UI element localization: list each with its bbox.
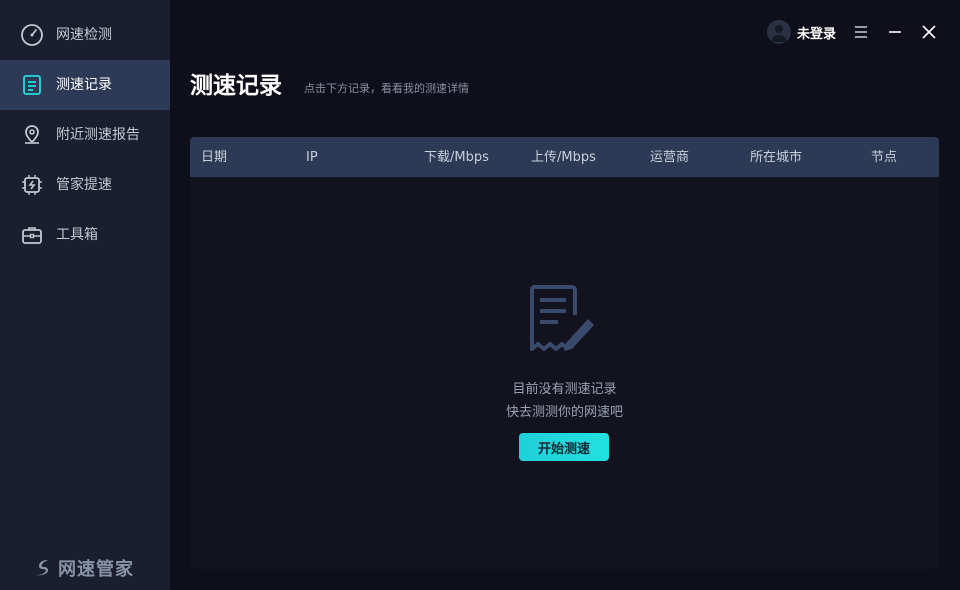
column-header-upload: 上传/Mbps [531,150,596,165]
column-header-node: 节点 [871,150,898,165]
record-list-icon [23,75,41,95]
sidebar-item-label: 管家提速 [56,177,112,193]
sidebar: 网速检测 测速记录 附近测速报告 管家提速 工具箱 网速管家 [0,0,170,590]
location-pin-icon [25,125,39,144]
table-header: 日期 IP 下载/Mbps 上传/Mbps 运营商 所在城市 节点 [190,137,939,177]
records-table: 日期 IP 下载/Mbps 上传/Mbps 运营商 所在城市 节点 目前没有测速… [190,137,939,569]
sidebar-item-speed-test[interactable]: 网速检测 [0,10,170,60]
page-title: 测速记录 [190,73,282,99]
empty-state-message: 目前没有测速记录 [512,382,617,397]
toolbox-icon [22,227,42,244]
sidebar-item-boost[interactable]: 管家提速 [0,160,170,210]
column-header-date: 日期 [201,150,228,165]
empty-state-hint: 快去测测你的网速吧 [505,405,623,420]
minimize-icon[interactable] [885,22,905,42]
page-subtitle: 点击下方记录，看看我的测速详情 [304,82,469,95]
user-avatar-icon [771,25,787,42]
sidebar-item-label: 工具箱 [56,227,98,243]
empty-records-icon [530,285,594,351]
start-test-button[interactable]: 开始测速 [519,433,609,461]
logo-text: 网速管家 [58,559,134,580]
avatar[interactable] [767,20,791,44]
sidebar-item-label: 网速检测 [56,27,112,43]
logo-icon [36,560,48,576]
close-icon[interactable] [919,22,939,42]
chip-boost-icon [22,175,42,195]
column-header-download: 下载/Mbps [424,150,489,165]
speedometer-icon [21,24,43,46]
app-logo: 网速管家 [32,555,134,581]
user-login-area[interactable]: 未登录 [767,20,836,44]
sidebar-item-toolbox[interactable]: 工具箱 [0,210,170,260]
sidebar-item-label: 附近测速报告 [56,127,140,143]
sidebar-item-records[interactable]: 测速记录 [0,60,170,110]
menu-icon[interactable] [851,22,871,42]
login-status-label[interactable]: 未登录 [797,23,836,42]
sidebar-item-nearby-report[interactable]: 附近测速报告 [0,110,170,160]
column-header-ip: IP [306,150,318,165]
column-header-city: 所在城市 [750,150,803,165]
column-header-isp: 运营商 [650,150,690,165]
sidebar-item-label: 测速记录 [56,77,112,93]
